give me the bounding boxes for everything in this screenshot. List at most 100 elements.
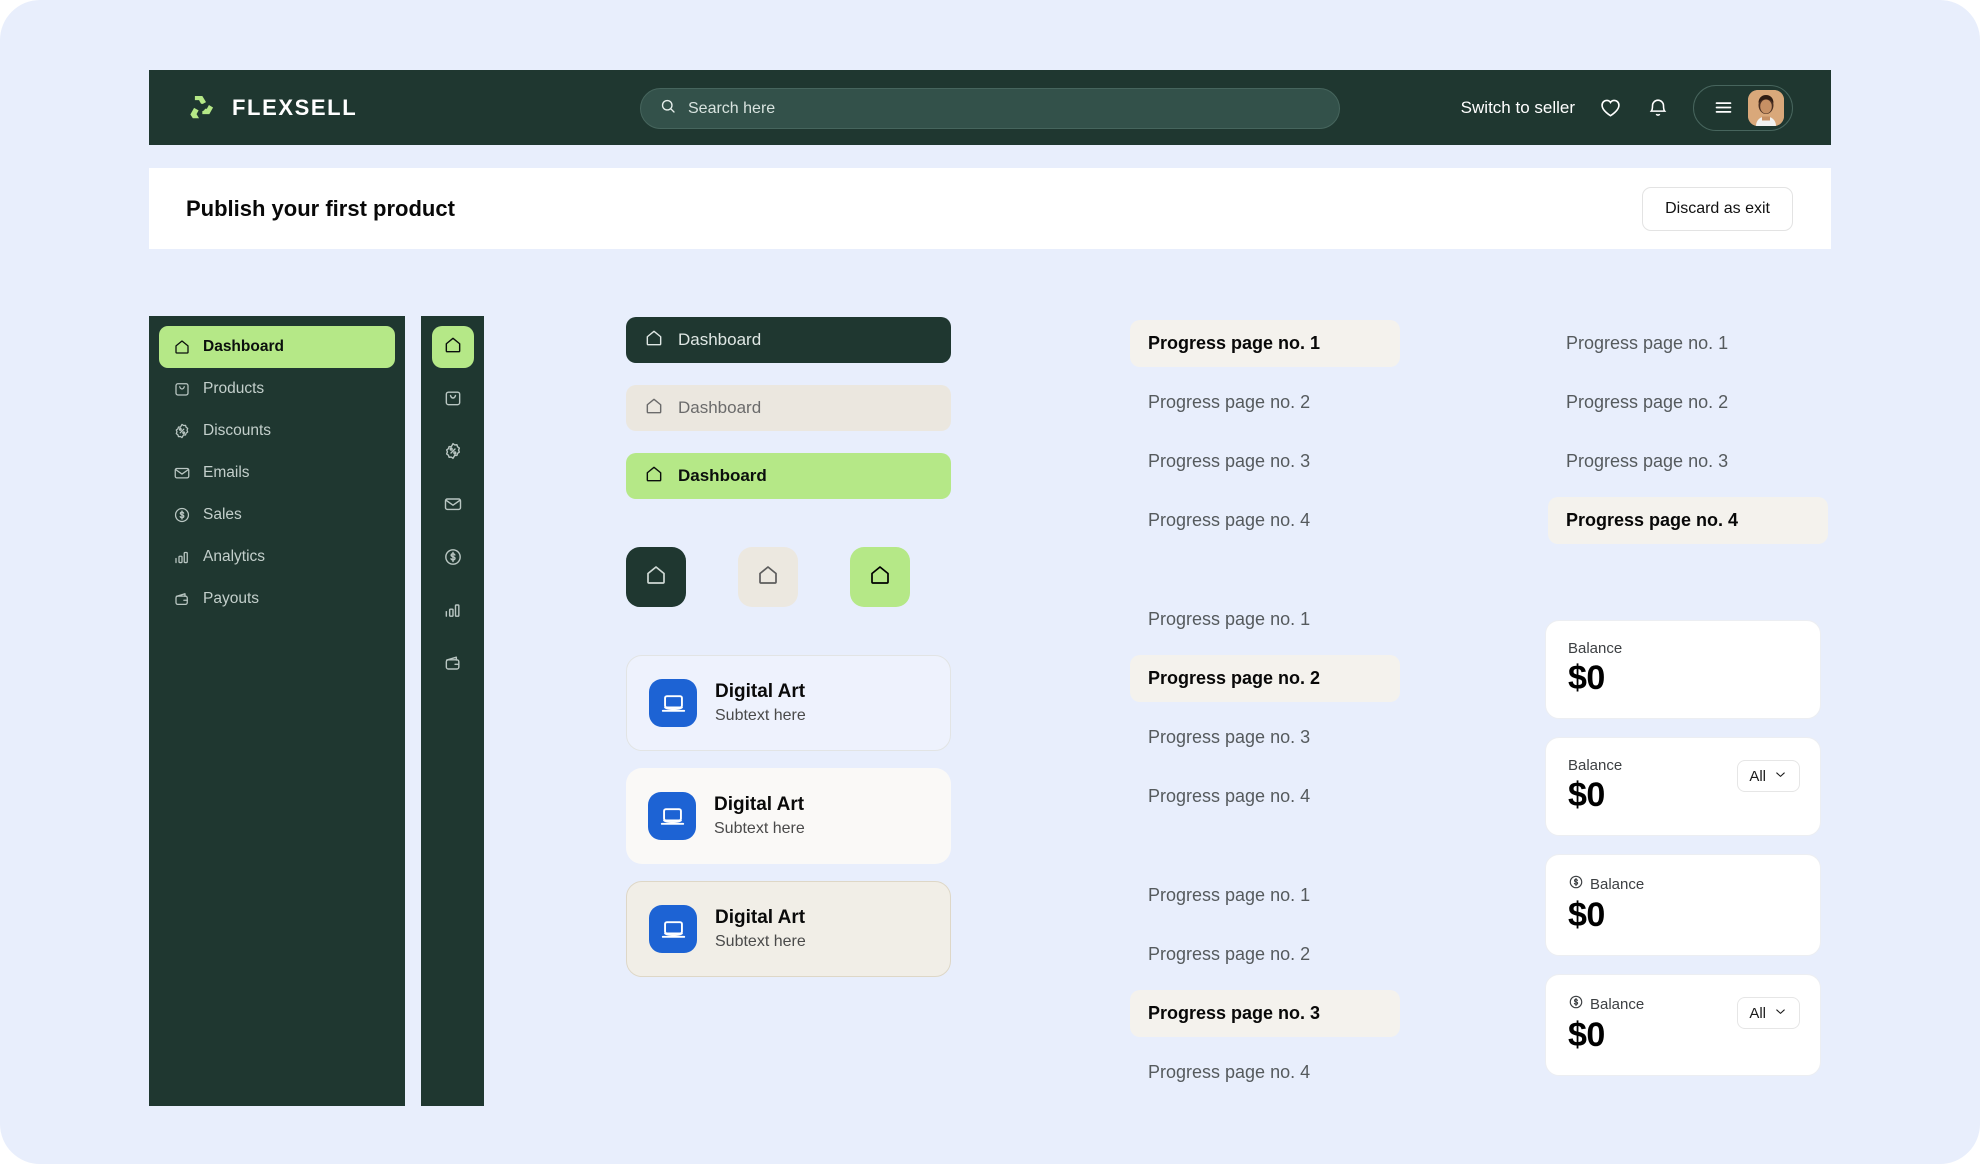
dashboard-button-label: Dashboard [678,398,762,417]
balance-label: Balance [1590,995,1645,1013]
discount-icon [173,422,191,440]
avatar[interactable] [1748,89,1784,126]
home-icon [644,396,664,421]
sidebar-item-discounts[interactable]: Discounts [159,410,395,452]
progress-list-item-label: Progress page no. 2 [1148,392,1311,412]
bell-icon[interactable] [1645,95,1671,121]
progress-list-item[interactable]: Progress page no. 4 [1130,773,1400,820]
progress-list-item-label: Progress page no. 1 [1148,609,1311,629]
brand-name: FLEXSELL [232,94,358,120]
product-card-subtext: Subtext here [715,932,806,950]
progress-list-group-2: Progress page no. 1 Progress page no. 2 Pr… [1130,596,1400,820]
app-window: FLEXSELL Switch to seller Search here Pu… [0,0,1980,1164]
sidebar-item-label: Sales [203,506,242,523]
sidebar-item-payouts[interactable]: Payouts [159,578,395,620]
rail-item-4[interactable] [432,538,474,580]
sidebar-item-label: Dashboard [203,338,284,355]
dashboard-button-beige[interactable]: Dashboard [626,385,951,431]
progress-list-item[interactable]: Progress page no. 2 [1130,655,1400,702]
search-bar[interactable] [640,88,1340,129]
wallet-icon [173,590,191,608]
progress-list-item[interactable]: Progress page no. 2 [1548,379,1828,426]
discount-icon [443,441,463,466]
balance-card: Balance $0 All [1545,974,1821,1076]
dashboard-button-variants: Dashboard Dashboard Dashboard [626,317,951,499]
balance-value: $0 [1568,659,1605,697]
progress-list-item[interactable]: Progress page no. 3 [1130,714,1400,761]
product-card[interactable]: Digital Art Subtext here [626,768,951,864]
chevron-down-icon [1773,767,1788,786]
bar-chart-icon [173,548,191,566]
progress-list-item[interactable]: Progress page no. 1 [1130,596,1400,643]
progress-list-item[interactable]: Progress page no. 4 [1130,1049,1400,1096]
home-icon [644,328,664,353]
dashboard-button-label: Dashboard [678,466,767,485]
product-card-title: Digital Art [715,906,806,928]
account-menu-pill[interactable] [1693,84,1793,131]
dashboard-button-dark[interactable]: Dashboard [626,317,951,363]
sidebar-item-label: Discounts [203,422,272,439]
progress-list-item[interactable]: Progress page no. 1 [1130,320,1400,367]
rail-item-0[interactable] [431,326,474,368]
progress-list-item[interactable]: Progress page no. 2 [1130,379,1400,426]
bar-chart-icon [443,600,463,625]
dashboard-button-label: Dashboard [678,330,762,349]
switch-to-seller-link[interactable]: Switch to seller [1461,98,1575,118]
page-title: Publish your first product [186,195,455,221]
progress-list-item-label: Progress page no. 4 [1148,1062,1311,1082]
progress-list-item[interactable]: Progress page no. 4 [1130,497,1400,544]
progress-list-item[interactable]: Progress page no. 1 [1548,320,1828,367]
sidebar-item-analytics[interactable]: Analytics [159,536,395,578]
progress-list-item[interactable]: Progress page no. 1 [1130,872,1400,919]
components-column: Dashboard Dashboard Dashboard Digital Art S… [626,317,951,977]
progress-list-item[interactable]: Progress page no. 3 [1548,438,1828,485]
balance-label: Balance [1590,875,1645,893]
sidebar-item-sales[interactable]: Sales [159,494,395,536]
progress-list-item[interactable]: Progress page no. 3 [1130,990,1400,1037]
heart-icon[interactable] [1597,95,1623,121]
recycle-logo-icon [185,91,218,124]
product-card-subtext: Subtext here [715,706,806,724]
hamburger-menu-icon[interactable] [1710,95,1736,121]
rail-item-2[interactable] [432,432,474,474]
balance-label: Balance [1568,757,1623,774]
balance-filter-select[interactable]: All [1737,760,1800,792]
progress-list-item-label: Progress page no. 1 [1148,333,1321,353]
balance-card: Balance $0 All [1545,737,1821,836]
envelope-icon [173,464,191,482]
balance-label: Balance [1568,640,1623,657]
search-input[interactable] [688,99,1321,118]
progress-list-item[interactable]: Progress page no. 3 [1130,438,1400,485]
progress-list-item[interactable]: Progress page no. 2 [1130,931,1400,978]
product-card[interactable]: Digital Art Subtext here [626,881,951,977]
rail-item-3[interactable] [432,485,474,527]
sidebar-item-label: Emails [203,464,250,481]
sidebar-item-dashboard[interactable]: Dashboard [159,326,395,368]
rail-item-5[interactable] [432,591,474,633]
progress-list-item[interactable]: Progress page no. 4 [1548,497,1828,544]
balance-card: Balance $0 [1545,620,1821,719]
dashboard-button-green[interactable]: Dashboard [626,453,951,499]
dollar-circle-icon [443,547,463,572]
laptop-icon [649,905,697,953]
product-card[interactable]: Digital Art Subtext here [626,655,951,751]
brand-logo[interactable]: FLEXSELL [185,91,357,124]
rail-item-1[interactable] [432,379,474,421]
progress-list-item-label: Progress page no. 2 [1148,944,1311,964]
sidebar-item-emails[interactable]: Emails [159,452,395,494]
balance-card-variants: Balance $0 Balance $0 All Balance $0 Balance $0 A… [1545,620,1821,1076]
sidebar-item-products[interactable]: Products [159,368,395,410]
rail-item-6[interactable] [432,644,474,686]
discard-as-exit-button[interactable]: Discard as exit [1642,186,1793,231]
icon-square-dark[interactable] [626,547,686,607]
icon-square-variants [626,547,951,607]
header-right-controls: Switch to seller [1461,70,1793,145]
icon-square-green[interactable] [850,547,910,607]
progress-list-item-label: Progress page no. 4 [1148,510,1311,530]
balance-filter-select[interactable]: All [1737,997,1800,1029]
page-subheader: Publish your first product Discard as ex… [149,168,1831,249]
home-icon [443,335,463,360]
icon-square-beige[interactable] [738,547,798,607]
progress-list-item-label: Progress page no. 4 [1566,510,1739,530]
product-card-variants: Digital Art Subtext here Digital Art Subtex… [626,655,951,977]
